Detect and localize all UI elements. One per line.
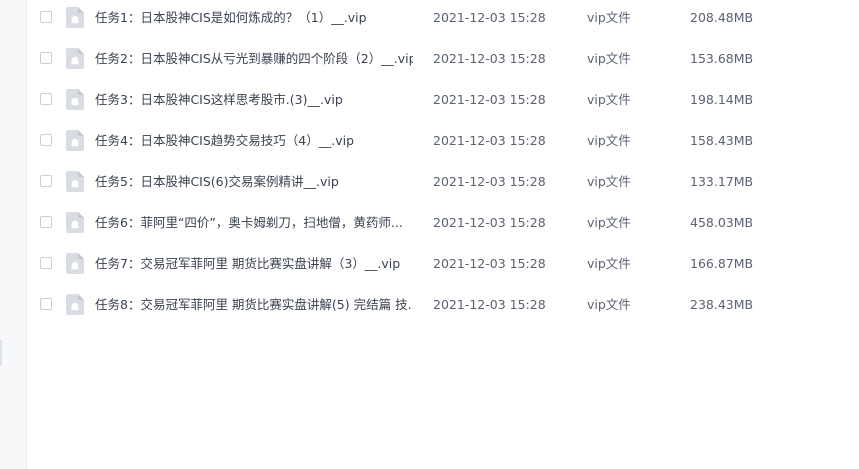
row-checkbox[interactable] bbox=[40, 216, 52, 228]
file-icon bbox=[66, 253, 84, 274]
file-row[interactable]: 任务4：日本股神CIS趋势交易技巧（4）__.vip 2021-12-03 15… bbox=[27, 123, 859, 164]
sidebar-scroll-handle[interactable] bbox=[0, 340, 2, 366]
file-icon bbox=[66, 89, 84, 110]
file-size: 198.14MB bbox=[690, 92, 754, 107]
file-name[interactable]: 任务7：交易冠军菲阿里 期货比赛实盘讲解（3）__.vip bbox=[95, 246, 413, 282]
file-icon bbox=[66, 212, 84, 233]
row-checkbox[interactable] bbox=[40, 257, 52, 269]
file-modified-date: 2021-12-03 15:28 bbox=[433, 92, 546, 107]
file-name[interactable]: 任务6：菲阿里“四价”，奥卡姆剃刀，扫地僧，黄药师... bbox=[95, 205, 413, 241]
file-size: 133.17MB bbox=[690, 174, 754, 189]
file-icon bbox=[66, 294, 84, 315]
row-checkbox[interactable] bbox=[40, 93, 52, 105]
row-checkbox[interactable] bbox=[40, 298, 52, 310]
file-row[interactable]: 任务1：日本股神CIS是如何炼成的？（1）__.vip 2021-12-03 1… bbox=[27, 0, 859, 41]
file-modified-date: 2021-12-03 15:28 bbox=[433, 256, 546, 271]
file-size: 153.68MB bbox=[690, 51, 754, 66]
file-modified-date: 2021-12-03 15:28 bbox=[433, 174, 546, 189]
file-row[interactable]: 任务2：日本股神CIS从亏光到暴赚的四个阶段（2）__.vip 2021-12-… bbox=[27, 41, 859, 82]
file-modified-date: 2021-12-03 15:28 bbox=[433, 51, 546, 66]
file-size: 458.03MB bbox=[690, 215, 754, 230]
file-type: vip文件 bbox=[587, 51, 631, 66]
file-icon bbox=[66, 7, 84, 28]
file-type: vip文件 bbox=[587, 174, 631, 189]
row-checkbox[interactable] bbox=[40, 134, 52, 146]
file-icon bbox=[66, 171, 84, 192]
file-size: 166.87MB bbox=[690, 256, 754, 271]
file-icon bbox=[66, 48, 84, 69]
file-name[interactable]: 任务2：日本股神CIS从亏光到暴赚的四个阶段（2）__.vip bbox=[95, 41, 413, 77]
file-row[interactable]: 任务3：日本股神CIS这样思考股市.(3)__.vip 2021-12-03 1… bbox=[27, 82, 859, 123]
file-name[interactable]: 任务1：日本股神CIS是如何炼成的？（1）__.vip bbox=[95, 0, 413, 36]
file-modified-date: 2021-12-03 15:28 bbox=[433, 133, 546, 148]
file-modified-date: 2021-12-03 15:28 bbox=[433, 297, 546, 312]
file-size: 208.48MB bbox=[690, 10, 754, 25]
file-list: 任务1：日本股神CIS是如何炼成的？（1）__.vip 2021-12-03 1… bbox=[27, 0, 859, 328]
file-type: vip文件 bbox=[587, 256, 631, 271]
row-checkbox[interactable] bbox=[40, 52, 52, 64]
row-checkbox[interactable] bbox=[40, 175, 52, 187]
file-row[interactable]: 任务8：交易冠军菲阿里 期货比赛实盘讲解(5) 完结篇 技... 2021-12… bbox=[27, 287, 859, 328]
file-size: 238.43MB bbox=[690, 297, 754, 312]
file-type: vip文件 bbox=[587, 133, 631, 148]
file-modified-date: 2021-12-03 15:28 bbox=[433, 215, 546, 230]
file-name[interactable]: 任务8：交易冠军菲阿里 期货比赛实盘讲解(5) 完结篇 技... bbox=[95, 287, 413, 323]
file-browser-page: 任务1：日本股神CIS是如何炼成的？（1）__.vip 2021-12-03 1… bbox=[0, 0, 859, 469]
file-row[interactable]: 任务7：交易冠军菲阿里 期货比赛实盘讲解（3）__.vip 2021-12-03… bbox=[27, 246, 859, 287]
row-checkbox[interactable] bbox=[40, 11, 52, 23]
file-size: 158.43MB bbox=[690, 133, 754, 148]
left-sidebar-strip bbox=[0, 0, 27, 469]
file-name[interactable]: 任务5：日本股神CIS(6)交易案例精讲__.vip bbox=[95, 164, 413, 200]
file-row[interactable]: 任务5：日本股神CIS(6)交易案例精讲__.vip 2021-12-03 15… bbox=[27, 164, 859, 205]
file-type: vip文件 bbox=[587, 92, 631, 107]
file-type: vip文件 bbox=[587, 297, 631, 312]
file-name[interactable]: 任务3：日本股神CIS这样思考股市.(3)__.vip bbox=[95, 82, 413, 118]
file-row[interactable]: 任务6：菲阿里“四价”，奥卡姆剃刀，扫地僧，黄药师... 2021-12-03 … bbox=[27, 205, 859, 246]
file-modified-date: 2021-12-03 15:28 bbox=[433, 10, 546, 25]
file-type: vip文件 bbox=[587, 215, 631, 230]
file-name[interactable]: 任务4：日本股神CIS趋势交易技巧（4）__.vip bbox=[95, 123, 413, 159]
file-icon bbox=[66, 130, 84, 151]
file-type: vip文件 bbox=[587, 10, 631, 25]
